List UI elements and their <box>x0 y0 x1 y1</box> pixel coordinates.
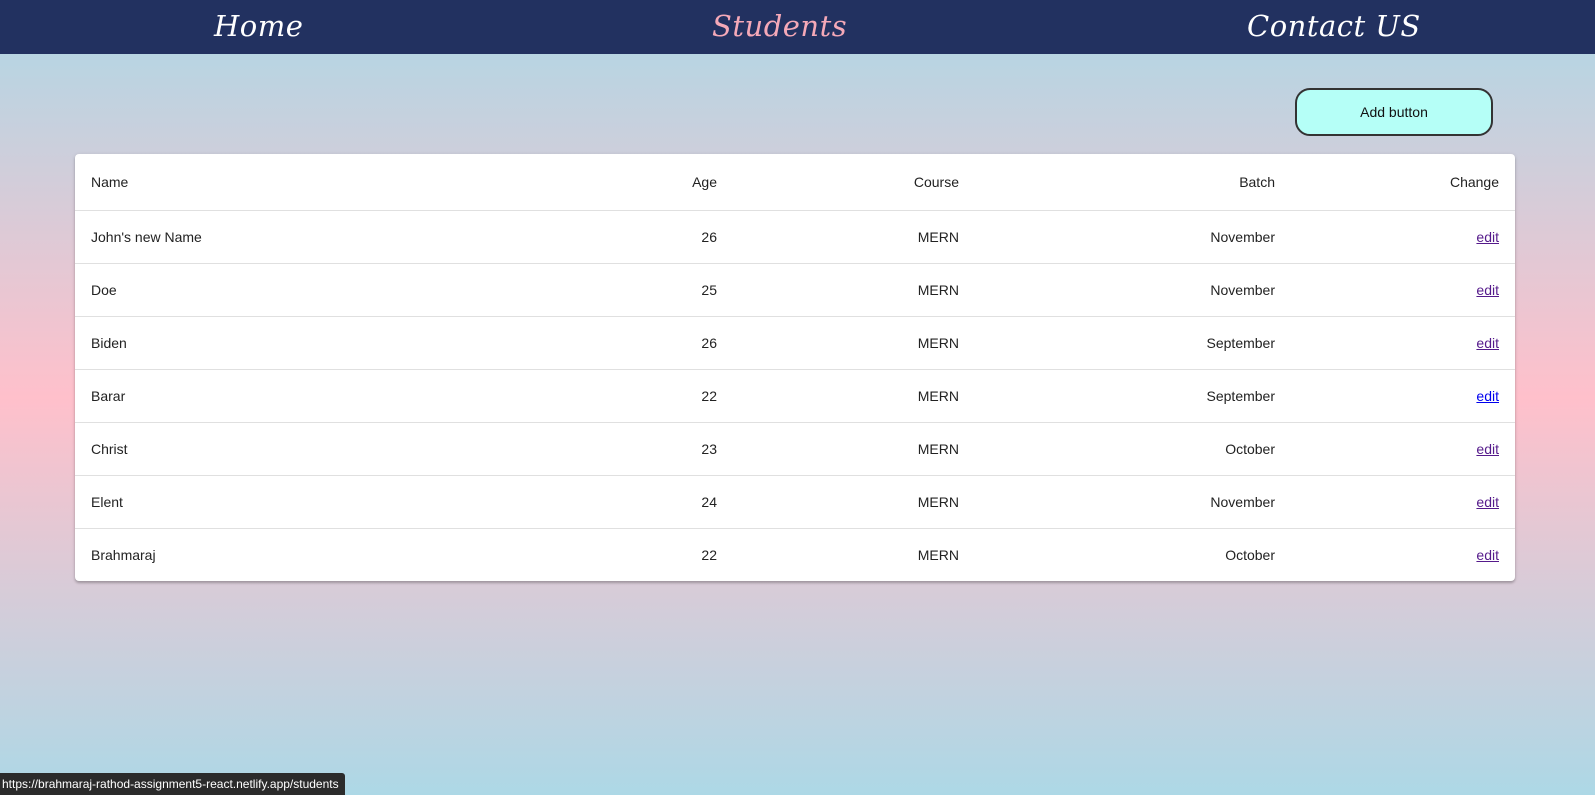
cell-course: MERN <box>917 547 959 563</box>
header-batch: Batch <box>975 154 1291 211</box>
cell-name: John's new Name <box>75 210 617 264</box>
cell-age: 24 <box>617 475 733 529</box>
cell-batch: October <box>975 422 1291 476</box>
header-age: Age <box>617 154 733 211</box>
cell-course: MERN <box>733 475 975 529</box>
edit-link[interactable]: edit <box>1476 441 1499 457</box>
cell-batch: September <box>975 316 1291 370</box>
nav-link-contact-us[interactable]: Contact US <box>1247 6 1421 46</box>
cell-course: MERN <box>733 369 975 423</box>
cell-change: edit <box>1291 316 1515 370</box>
edit-link[interactable]: edit <box>1476 282 1499 298</box>
status-bar-url: https://brahmaraj-rathod-assignment5-rea… <box>0 773 345 795</box>
header-name: Name <box>75 154 617 211</box>
cell-age: 26 <box>617 210 733 264</box>
table-row: Biden 26 MERN September edit <box>75 316 1515 370</box>
top-navbar: Home Students Contact US <box>0 0 1595 54</box>
cell-course: MERN <box>733 316 975 370</box>
table-row: Doe 25 MERN November edit <box>75 263 1515 317</box>
edit-link[interactable]: edit <box>1476 388 1499 404</box>
cell-batch: November <box>975 475 1291 529</box>
table-row: Brahmaraj 22 MERN October edit <box>75 529 1515 582</box>
header-course: Course <box>733 154 975 211</box>
cell-age: 26 <box>617 316 733 370</box>
cell-course: MERN <box>733 263 975 317</box>
cell-name: Christ <box>75 422 617 476</box>
cell-age: 22 <box>701 547 717 563</box>
cell-name: Doe <box>75 263 617 317</box>
cell-batch: October <box>1225 547 1275 563</box>
cell-change: edit <box>1291 263 1515 317</box>
cell-batch: September <box>975 369 1291 423</box>
table-row: Elent 24 MERN November edit <box>75 475 1515 529</box>
table-row: Barar 22 MERN September edit <box>75 369 1515 423</box>
cell-age: 25 <box>617 263 733 317</box>
cell-change: edit <box>1291 210 1515 264</box>
cell-change: edit <box>1291 529 1515 582</box>
cell-change: edit <box>1291 475 1515 529</box>
students-table-card: Name Age Course Batch Change John's new … <box>75 154 1515 581</box>
cell-change: edit <box>1291 369 1515 423</box>
nav-link-students[interactable]: Students <box>712 6 847 46</box>
cell-name: Barar <box>75 369 617 423</box>
cell-course: MERN <box>733 422 975 476</box>
edit-link[interactable]: edit <box>1476 547 1499 563</box>
cell-batch: November <box>975 210 1291 264</box>
edit-link[interactable]: edit <box>1476 335 1499 351</box>
students-table: Name Age Course Batch Change John's new … <box>75 154 1515 581</box>
cell-name: Biden <box>75 316 617 370</box>
cell-batch: November <box>975 263 1291 317</box>
cell-name: Brahmaraj <box>91 547 156 563</box>
cell-change: edit <box>1291 422 1515 476</box>
table-row: Christ 23 MERN October edit <box>75 422 1515 476</box>
cell-name: Elent <box>75 475 617 529</box>
cell-age: 23 <box>617 422 733 476</box>
table-row: John's new Name 26 MERN November edit <box>75 210 1515 264</box>
cell-course: MERN <box>733 210 975 264</box>
header-change: Change <box>1291 154 1515 211</box>
nav-link-home[interactable]: Home <box>214 6 303 46</box>
edit-link[interactable]: edit <box>1476 494 1499 510</box>
edit-link[interactable]: edit <box>1476 229 1499 245</box>
table-header-row: Name Age Course Batch Change <box>75 154 1515 211</box>
cell-age: 22 <box>617 369 733 423</box>
add-button[interactable]: Add button <box>1295 88 1493 136</box>
